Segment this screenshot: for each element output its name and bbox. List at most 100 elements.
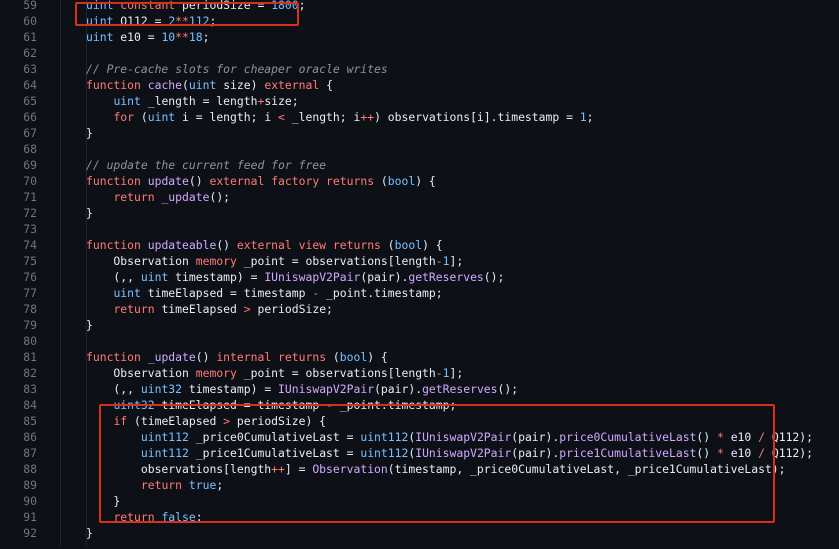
line-number[interactable]: 90 [0,493,37,509]
line-number[interactable]: 88 [0,461,37,477]
line-number[interactable]: 70 [0,173,37,189]
line-number[interactable]: 85 [0,413,37,429]
code-token: 112 [188,14,210,28]
code-line: 75 Observation memory _point = observati… [0,253,839,269]
line-number[interactable]: 83 [0,381,37,397]
code-token: size) [223,78,265,92]
code-token: ; [298,0,306,12]
code-token: (pair). [511,446,560,460]
code-line: 82 Observation memory _point = observati… [0,365,839,381]
code-token: ; [586,110,594,124]
code-token: _price1CumulativeLast = [195,446,361,460]
code-token: IUniswapV2Pair [415,430,512,444]
code-token: uint112 [140,430,196,444]
code-text: observations[length++] = Observation(tim… [86,461,786,477]
code-text: } [86,317,93,333]
code-token: ] = [284,462,313,476]
line-number[interactable]: 62 [0,45,37,61]
code-token: 1 [579,110,587,124]
line-number[interactable]: 64 [0,77,37,93]
code-token: (,, [86,382,141,396]
code-token: - [326,398,340,412]
code-line: 66 for (uint i = length; i < _length; i+… [0,109,839,125]
code-line: 74 function updateable() external view re… [0,237,839,253]
code-token: - [312,286,327,300]
code-token: (); [483,270,505,284]
code-token: _point = observations[length [243,254,436,268]
code-token: { [326,78,333,92]
code-token: price0CumulativeLast [559,430,697,444]
line-number[interactable]: 61 [0,29,37,45]
line-number[interactable]: 86 [0,429,37,445]
line-number[interactable]: 77 [0,285,37,301]
code-token: periodSize = [182,0,272,12]
line-number[interactable]: 89 [0,477,37,493]
line-number[interactable]: 59 [0,0,37,13]
code-text: uint constant periodSize = 1800; [86,0,305,13]
code-text: uint32 timeElapsed = timestamp - _point.… [86,397,456,413]
code-token: timeElapsed [161,302,244,316]
line-number[interactable]: 76 [0,269,37,285]
line-number[interactable]: 69 [0,157,37,173]
code-token: - [435,366,443,380]
code-token: internal returns [216,350,333,364]
line-number[interactable]: 82 [0,365,37,381]
line-number[interactable]: 74 [0,237,37,253]
line-number[interactable]: 71 [0,189,37,205]
line-number[interactable]: 81 [0,349,37,365]
code-token: ( [332,350,340,364]
code-token: i = length; i [182,110,279,124]
code-token: _point.timestamp; [339,398,457,412]
code-token: ) observations[i].timestamp = [374,110,580,124]
code-token: / [758,430,772,444]
code-text: (,, uint timestamp) = IUniswapV2Pair(pai… [86,269,504,285]
code-token: uint [140,270,176,284]
code-token: _length = length [147,94,258,108]
code-line: 60 uint Q112 = 2**112; [0,13,839,29]
line-number[interactable]: 80 [0,333,37,349]
code-text: uint112 _price0CumulativeLast = uint112 (… [86,429,813,445]
code-token: bool [394,238,423,252]
line-number[interactable]: 66 [0,109,37,125]
line-number[interactable]: 75 [0,253,37,269]
line-number[interactable]: 63 [0,61,37,77]
line-number[interactable]: 65 [0,93,37,109]
code-text: // update the current feed for free [86,157,326,173]
code-token: cache [147,78,183,92]
code-line: 84 uint32 timeElapsed = timestamp - _poi… [0,397,839,413]
line-number[interactable]: 79 [0,317,37,333]
code-token: uint112 [360,446,409,460]
code-token: // Pre-cache slots for cheaper oracle wr… [86,62,388,76]
code-text: } [86,125,93,141]
line-number[interactable]: 73 [0,221,37,237]
code-token: uint [188,78,224,92]
code-token: update [147,174,189,188]
line-number[interactable]: 91 [0,509,37,525]
line-number[interactable]: 92 [0,525,37,541]
line-number[interactable]: 68 [0,141,37,157]
code-token: 1 [442,366,450,380]
line-number[interactable]: 84 [0,397,37,413]
code-line: 62 [0,45,839,61]
code-text: Observation memory _point = observations… [86,253,463,269]
code-token: (timeElapsed [134,414,224,428]
code-token: - [435,254,443,268]
line-number[interactable]: 72 [0,205,37,221]
line-number[interactable]: 60 [0,13,37,29]
code-text: } [86,525,93,541]
code-line: 78 return timeElapsed > periodSize; [0,301,839,317]
code-token: uint [113,286,148,300]
code-token: () [188,174,210,188]
code-token: ( [140,110,148,124]
code-token: < [278,110,292,124]
code-token: 18 [188,30,203,44]
code-token: // update the current feed for free [86,158,327,172]
line-number[interactable]: 87 [0,445,37,461]
line-number[interactable]: 67 [0,125,37,141]
code-text: return true; [86,477,223,493]
line-number[interactable]: 78 [0,301,37,317]
